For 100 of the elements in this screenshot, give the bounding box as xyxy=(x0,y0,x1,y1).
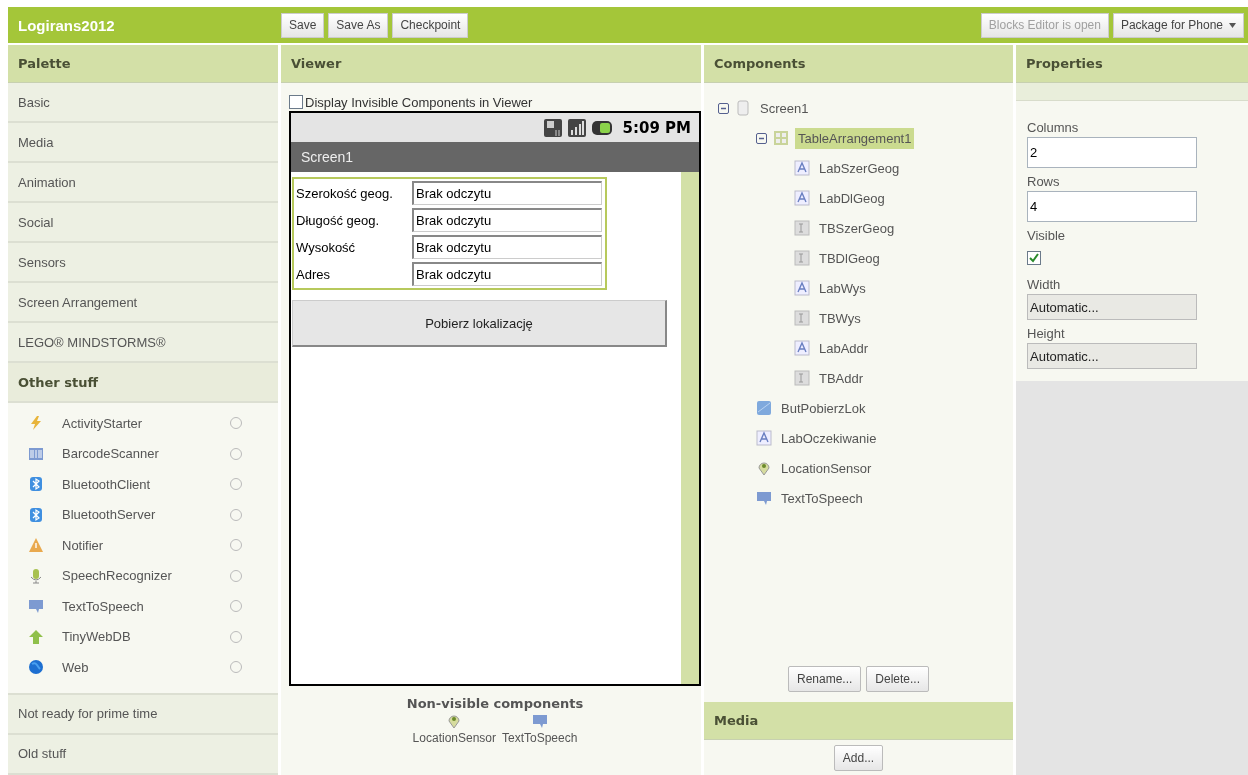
field-label: Adres xyxy=(295,265,331,284)
action-button[interactable]: Rename... xyxy=(787,666,862,692)
tree-item[interactable]: LabDlGeog xyxy=(816,187,888,209)
bluetooth-icon xyxy=(28,506,44,523)
field-label: Szerokość geog. xyxy=(295,184,394,203)
tree-item[interactable]: LabOczekiwanie xyxy=(778,427,880,449)
letter-a-icon xyxy=(794,280,810,296)
microphone-icon xyxy=(28,567,44,584)
palette-group[interactable]: Old stuff xyxy=(8,734,278,775)
project-title: Logirans2012 xyxy=(17,16,116,34)
add-button[interactable]: Add... xyxy=(833,744,884,771)
palette-group[interactable]: Media xyxy=(8,123,278,163)
tree-item[interactable]: TBWys xyxy=(816,307,864,329)
barcode-icon xyxy=(28,445,44,462)
panel-header: Properties xyxy=(1016,45,1248,83)
globe-icon xyxy=(28,659,44,676)
palette-item[interactable]: Web xyxy=(62,659,212,675)
grid-icon xyxy=(773,130,789,146)
palette-group[interactable]: Screen Arrangement xyxy=(8,283,278,323)
tree-item[interactable]: TableArrangement1 xyxy=(795,127,915,149)
panel-header: Palette xyxy=(8,45,278,83)
panel-header: Viewer xyxy=(281,45,701,83)
up-arrow-icon xyxy=(28,628,44,645)
palette-item[interactable]: TextToSpeech xyxy=(62,598,212,614)
text-field[interactable]: Brak odczytu xyxy=(412,208,602,232)
property-label: Width xyxy=(1027,277,1062,294)
property-dropdown[interactable]: Automatic... xyxy=(1027,294,1197,320)
battery-icon xyxy=(590,118,613,137)
phone-icon xyxy=(735,100,751,116)
scrollbar[interactable] xyxy=(681,172,699,684)
collapse-icon[interactable] xyxy=(718,102,729,114)
letter-a-icon xyxy=(794,160,810,176)
toolbar-button[interactable]: Save As xyxy=(328,12,389,38)
tree-item[interactable]: TBSzerGeog xyxy=(816,217,898,239)
text-cursor-icon xyxy=(794,250,810,266)
text-field[interactable]: Brak odczytu xyxy=(412,262,602,286)
text-cursor-icon xyxy=(794,370,810,386)
property-field[interactable]: 4 xyxy=(1027,191,1197,222)
tree-item[interactable]: LabAddr xyxy=(816,337,872,359)
letter-a-icon xyxy=(794,340,810,356)
status-time: 5:09 PM xyxy=(622,118,691,137)
text-field[interactable]: Brak odczytu xyxy=(412,181,602,205)
section-title: Non-visible components xyxy=(406,696,584,711)
palette-item[interactable]: SpeechRecognizer xyxy=(62,568,212,584)
text-field[interactable]: Brak odczytu xyxy=(412,235,602,259)
property-label: Columns xyxy=(1027,120,1080,137)
action-button[interactable]: Delete... xyxy=(866,666,930,692)
screen-title: Screen1 xyxy=(291,142,699,172)
component-label: TextToSpeech xyxy=(502,731,578,745)
tree-item[interactable]: LabSzerGeog xyxy=(816,157,903,179)
button-icon xyxy=(756,400,772,416)
tree-item[interactable]: ButPobierzLok xyxy=(778,397,869,419)
location-pin-icon xyxy=(446,713,463,729)
palette-group[interactable]: Animation xyxy=(8,163,278,203)
property-dropdown[interactable]: Automatic... xyxy=(1027,343,1197,369)
tree-item[interactable]: LabWys xyxy=(816,277,869,299)
palette-item[interactable]: BarcodeScanner xyxy=(62,446,212,462)
panel-header: Media xyxy=(704,702,1013,740)
speech-bubble-icon xyxy=(756,490,772,506)
speech-bubble-icon xyxy=(28,598,44,615)
collapse-icon[interactable] xyxy=(756,132,767,144)
palette-group[interactable]: Other stuff xyxy=(8,363,278,403)
tree-item[interactable]: TBDlGeog xyxy=(816,247,883,269)
lightning-icon xyxy=(28,415,44,432)
property-label: Visible xyxy=(1027,228,1067,245)
field-label: Długość geog. xyxy=(295,211,381,230)
toolbar-button[interactable]: Save xyxy=(281,12,325,38)
palette-group[interactable]: Basic xyxy=(8,83,278,123)
tree-item[interactable]: Screen1 xyxy=(757,97,812,119)
palette-group[interactable]: LEGO® MINDSTORMS® xyxy=(8,323,278,363)
signal-icon xyxy=(566,117,587,138)
property-label: Height xyxy=(1027,326,1066,343)
field-label: Wysokość xyxy=(295,238,357,257)
palette-item[interactable]: ActivityStarter xyxy=(62,415,212,431)
bluetooth-icon xyxy=(28,476,44,493)
tree-item[interactable]: TextToSpeech xyxy=(778,487,866,509)
property-field[interactable]: 2 xyxy=(1027,137,1197,168)
panel-header: Components xyxy=(704,45,1013,83)
palette-group[interactable]: Not ready for prime time xyxy=(8,694,278,735)
location-pin-icon xyxy=(756,460,772,476)
component-label: LocationSensor xyxy=(412,731,496,745)
palette-group[interactable]: Social xyxy=(8,203,278,243)
checkbox-label: Display Invisible Components in Viewer xyxy=(305,94,533,110)
palette-item[interactable]: Notifier xyxy=(62,537,212,553)
tree-item[interactable]: LocationSensor xyxy=(778,457,875,479)
text-cursor-icon xyxy=(794,220,810,236)
checkbox[interactable] xyxy=(1027,251,1041,265)
palette-item[interactable]: TinyWebDB xyxy=(62,629,212,645)
toolbar-button[interactable]: Package for Phone xyxy=(1112,12,1244,38)
toolbar-button[interactable]: Checkpoint xyxy=(392,12,469,38)
palette-group[interactable]: Sensors xyxy=(8,243,278,283)
tree-item[interactable]: TBAddr xyxy=(816,367,867,389)
warning-icon xyxy=(28,537,44,554)
palette-item[interactable]: BluetoothClient xyxy=(62,476,212,492)
text-cursor-icon xyxy=(794,310,810,326)
letter-a-icon xyxy=(794,190,810,206)
property-label: Rows xyxy=(1027,174,1061,191)
palette-item[interactable]: BluetoothServer xyxy=(62,507,212,523)
checkbox[interactable] xyxy=(289,95,303,109)
location-button[interactable]: Pobierz lokalizację xyxy=(292,300,667,347)
